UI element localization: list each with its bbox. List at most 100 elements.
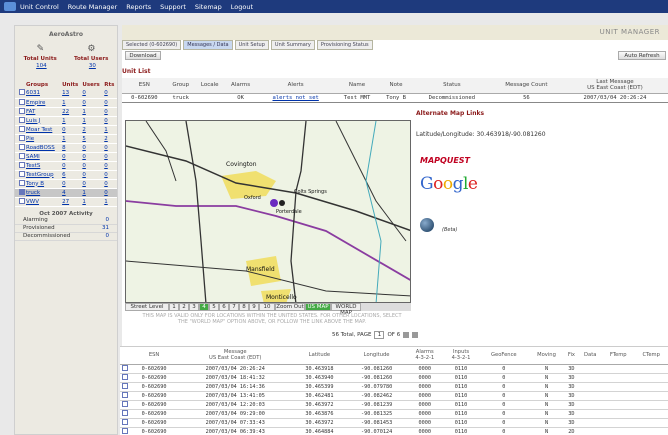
group-rts-link[interactable]: 0 xyxy=(104,172,108,178)
group-units-link[interactable]: 1 xyxy=(62,100,66,106)
group-users-link[interactable]: 1 xyxy=(82,109,86,115)
nav-route-manager[interactable]: Route Manager xyxy=(68,3,117,11)
group-row[interactable]: Moar Test 0 2 1 xyxy=(15,125,117,135)
group-row[interactable]: truck 4 1 0 xyxy=(15,188,117,198)
total-users-link[interactable]: 30 xyxy=(89,63,96,69)
group-row[interactable]: FAT 22 1 0 xyxy=(15,107,117,117)
group-rts-link[interactable]: 0 xyxy=(104,145,108,151)
row-checkbox[interactable] xyxy=(122,409,128,416)
group-name-link[interactable]: Moar Test xyxy=(26,127,52,133)
row-checkbox[interactable] xyxy=(122,391,128,398)
table-row[interactable]: 0-602690 2007/03/04 07:33:43 30.463972 -90.… xyxy=(120,418,668,428)
group-checkbox[interactable] xyxy=(19,179,25,186)
table-row[interactable]: 0-602690 truck OK alerts not set Test MMT Ton… xyxy=(122,93,668,103)
mapquest-link[interactable]: MAPQUEST xyxy=(420,156,470,165)
group-users-link[interactable]: 5 xyxy=(82,136,86,142)
group-rts-link[interactable]: 2 xyxy=(104,136,108,142)
map-control-9[interactable]: 9 xyxy=(249,303,259,311)
tab-unit-setup[interactable]: Unit Setup xyxy=(234,40,269,50)
group-users-link[interactable]: 1 xyxy=(82,118,86,124)
table-row[interactable]: 0-602690 2007/03/04 06:39:43 30.464884 -90.… xyxy=(120,427,668,435)
group-name-link[interactable]: Pie xyxy=(26,136,34,142)
nav-reports[interactable]: Reports xyxy=(126,3,151,11)
group-users-link[interactable]: 0 xyxy=(82,100,86,106)
group-units-link[interactable]: 0 xyxy=(62,154,66,160)
row-checkbox[interactable] xyxy=(122,418,128,425)
map-view[interactable]: Covington Porterdale Oxford Mansfield Mo… xyxy=(125,120,411,303)
group-name-link[interactable]: Luis J xyxy=(26,118,40,124)
group-rts-link[interactable]: 0 xyxy=(104,154,108,160)
group-checkbox[interactable] xyxy=(19,116,25,123)
group-rts-link[interactable]: 0 xyxy=(104,100,108,106)
group-users-link[interactable]: 0 xyxy=(82,154,86,160)
group-name-link[interactable]: TestGroup xyxy=(26,172,54,178)
map-control-12[interactable]: US MAP xyxy=(305,303,331,311)
map-control-6[interactable]: 6 xyxy=(219,303,229,311)
group-checkbox[interactable] xyxy=(19,125,25,132)
group-row[interactable]: TestGroup 6 0 0 xyxy=(15,170,117,180)
group-units-link[interactable]: 1 xyxy=(62,118,66,124)
row-checkbox[interactable] xyxy=(122,364,128,371)
table-row[interactable]: 0-602690 2007/03/04 09:29:00 30.463876 -90.… xyxy=(120,409,668,419)
virtual-earth-globe-icon[interactable] xyxy=(420,218,434,232)
total-units-link[interactable]: 104 xyxy=(36,63,47,69)
group-checkbox[interactable] xyxy=(19,89,25,96)
nav-sitemap[interactable]: Sitemap xyxy=(195,3,222,11)
table-row[interactable]: 0-602690 2007/03/04 20:26:24 30.463918 -90.… xyxy=(120,364,668,374)
group-row[interactable]: Pie 1 5 2 xyxy=(15,134,117,144)
group-users-link[interactable]: 2 xyxy=(82,127,86,133)
group-row[interactable]: Empire 1 0 0 xyxy=(15,98,117,108)
group-row[interactable]: VWV 27 1 1 xyxy=(15,197,117,207)
group-rts-link[interactable]: 0 xyxy=(104,109,108,115)
group-users-link[interactable]: 0 xyxy=(82,145,86,151)
map-control-4[interactable]: 4 xyxy=(199,303,209,311)
group-rts-link[interactable]: 0 xyxy=(104,181,108,187)
nav-logout[interactable]: Logout xyxy=(231,3,253,11)
group-row[interactable]: TestS 0 0 0 xyxy=(15,161,117,171)
group-checkbox[interactable] xyxy=(19,107,25,114)
group-checkbox[interactable] xyxy=(19,143,25,150)
row-checkbox[interactable] xyxy=(122,400,128,407)
tab-unit-summary[interactable]: Unit Summary xyxy=(270,40,315,50)
group-name-link[interactable]: 6031 xyxy=(26,90,40,96)
group-rts-link[interactable]: 0 xyxy=(104,118,108,124)
map-control-2[interactable]: 2 xyxy=(179,303,189,311)
map-control-13[interactable]: WORLD MAP xyxy=(331,303,361,316)
auto-refresh-button[interactable]: Auto Refresh xyxy=(618,51,666,60)
group-units-link[interactable]: 0 xyxy=(62,181,66,187)
page-input[interactable]: 1 xyxy=(374,331,385,339)
group-row[interactable]: RoadBOSS 8 0 0 xyxy=(15,143,117,153)
group-rts-link[interactable]: 0 xyxy=(104,190,108,196)
group-units-link[interactable]: 0 xyxy=(62,127,66,133)
group-row[interactable]: 6031 13 0 0 xyxy=(15,89,117,99)
map-control-3[interactable]: 3 xyxy=(189,303,199,311)
group-checkbox[interactable] xyxy=(19,197,25,204)
map-control-11[interactable]: Zoom Out xyxy=(275,303,305,311)
group-rts-link[interactable]: 1 xyxy=(104,127,108,133)
activity-value[interactable]: 0 xyxy=(106,233,110,240)
group-users-link[interactable]: 0 xyxy=(82,90,86,96)
group-name-link[interactable]: Empire xyxy=(26,100,45,106)
tab-selected[interactable]: Selected (0-602690) xyxy=(122,40,182,50)
map-control-8[interactable]: 8 xyxy=(239,303,249,311)
google-maps-link[interactable]: Google xyxy=(420,174,478,194)
map-control-5[interactable]: 5 xyxy=(209,303,219,311)
group-units-link[interactable]: 13 xyxy=(62,90,69,96)
group-units-link[interactable]: 22 xyxy=(62,109,69,115)
group-users-link[interactable]: 0 xyxy=(82,163,86,169)
group-name-link[interactable]: VWV xyxy=(26,199,39,205)
group-name-link[interactable]: SAMI xyxy=(26,154,40,160)
group-units-link[interactable]: 4 xyxy=(62,190,66,196)
map-control-7[interactable]: 7 xyxy=(229,303,239,311)
group-row[interactable]: SAMI 0 0 0 xyxy=(15,152,117,162)
download-button[interactable]: Download xyxy=(125,51,161,60)
group-units-link[interactable]: 1 xyxy=(62,136,66,142)
unit-marker-icon[interactable] xyxy=(279,200,285,206)
table-row[interactable]: 0-602690 2007/03/04 13:41:05 30.462481 -90.… xyxy=(120,391,668,401)
map-control-10[interactable]: 10 xyxy=(259,303,275,311)
group-checkbox[interactable] xyxy=(19,170,25,177)
group-checkbox[interactable] xyxy=(19,152,25,159)
table-row[interactable]: 0-602690 2007/03/04 18:41:32 30.463940 -90.… xyxy=(120,373,668,383)
unit-marker-icon[interactable] xyxy=(270,199,278,207)
group-name-link[interactable]: RoadBOSS xyxy=(26,145,55,151)
